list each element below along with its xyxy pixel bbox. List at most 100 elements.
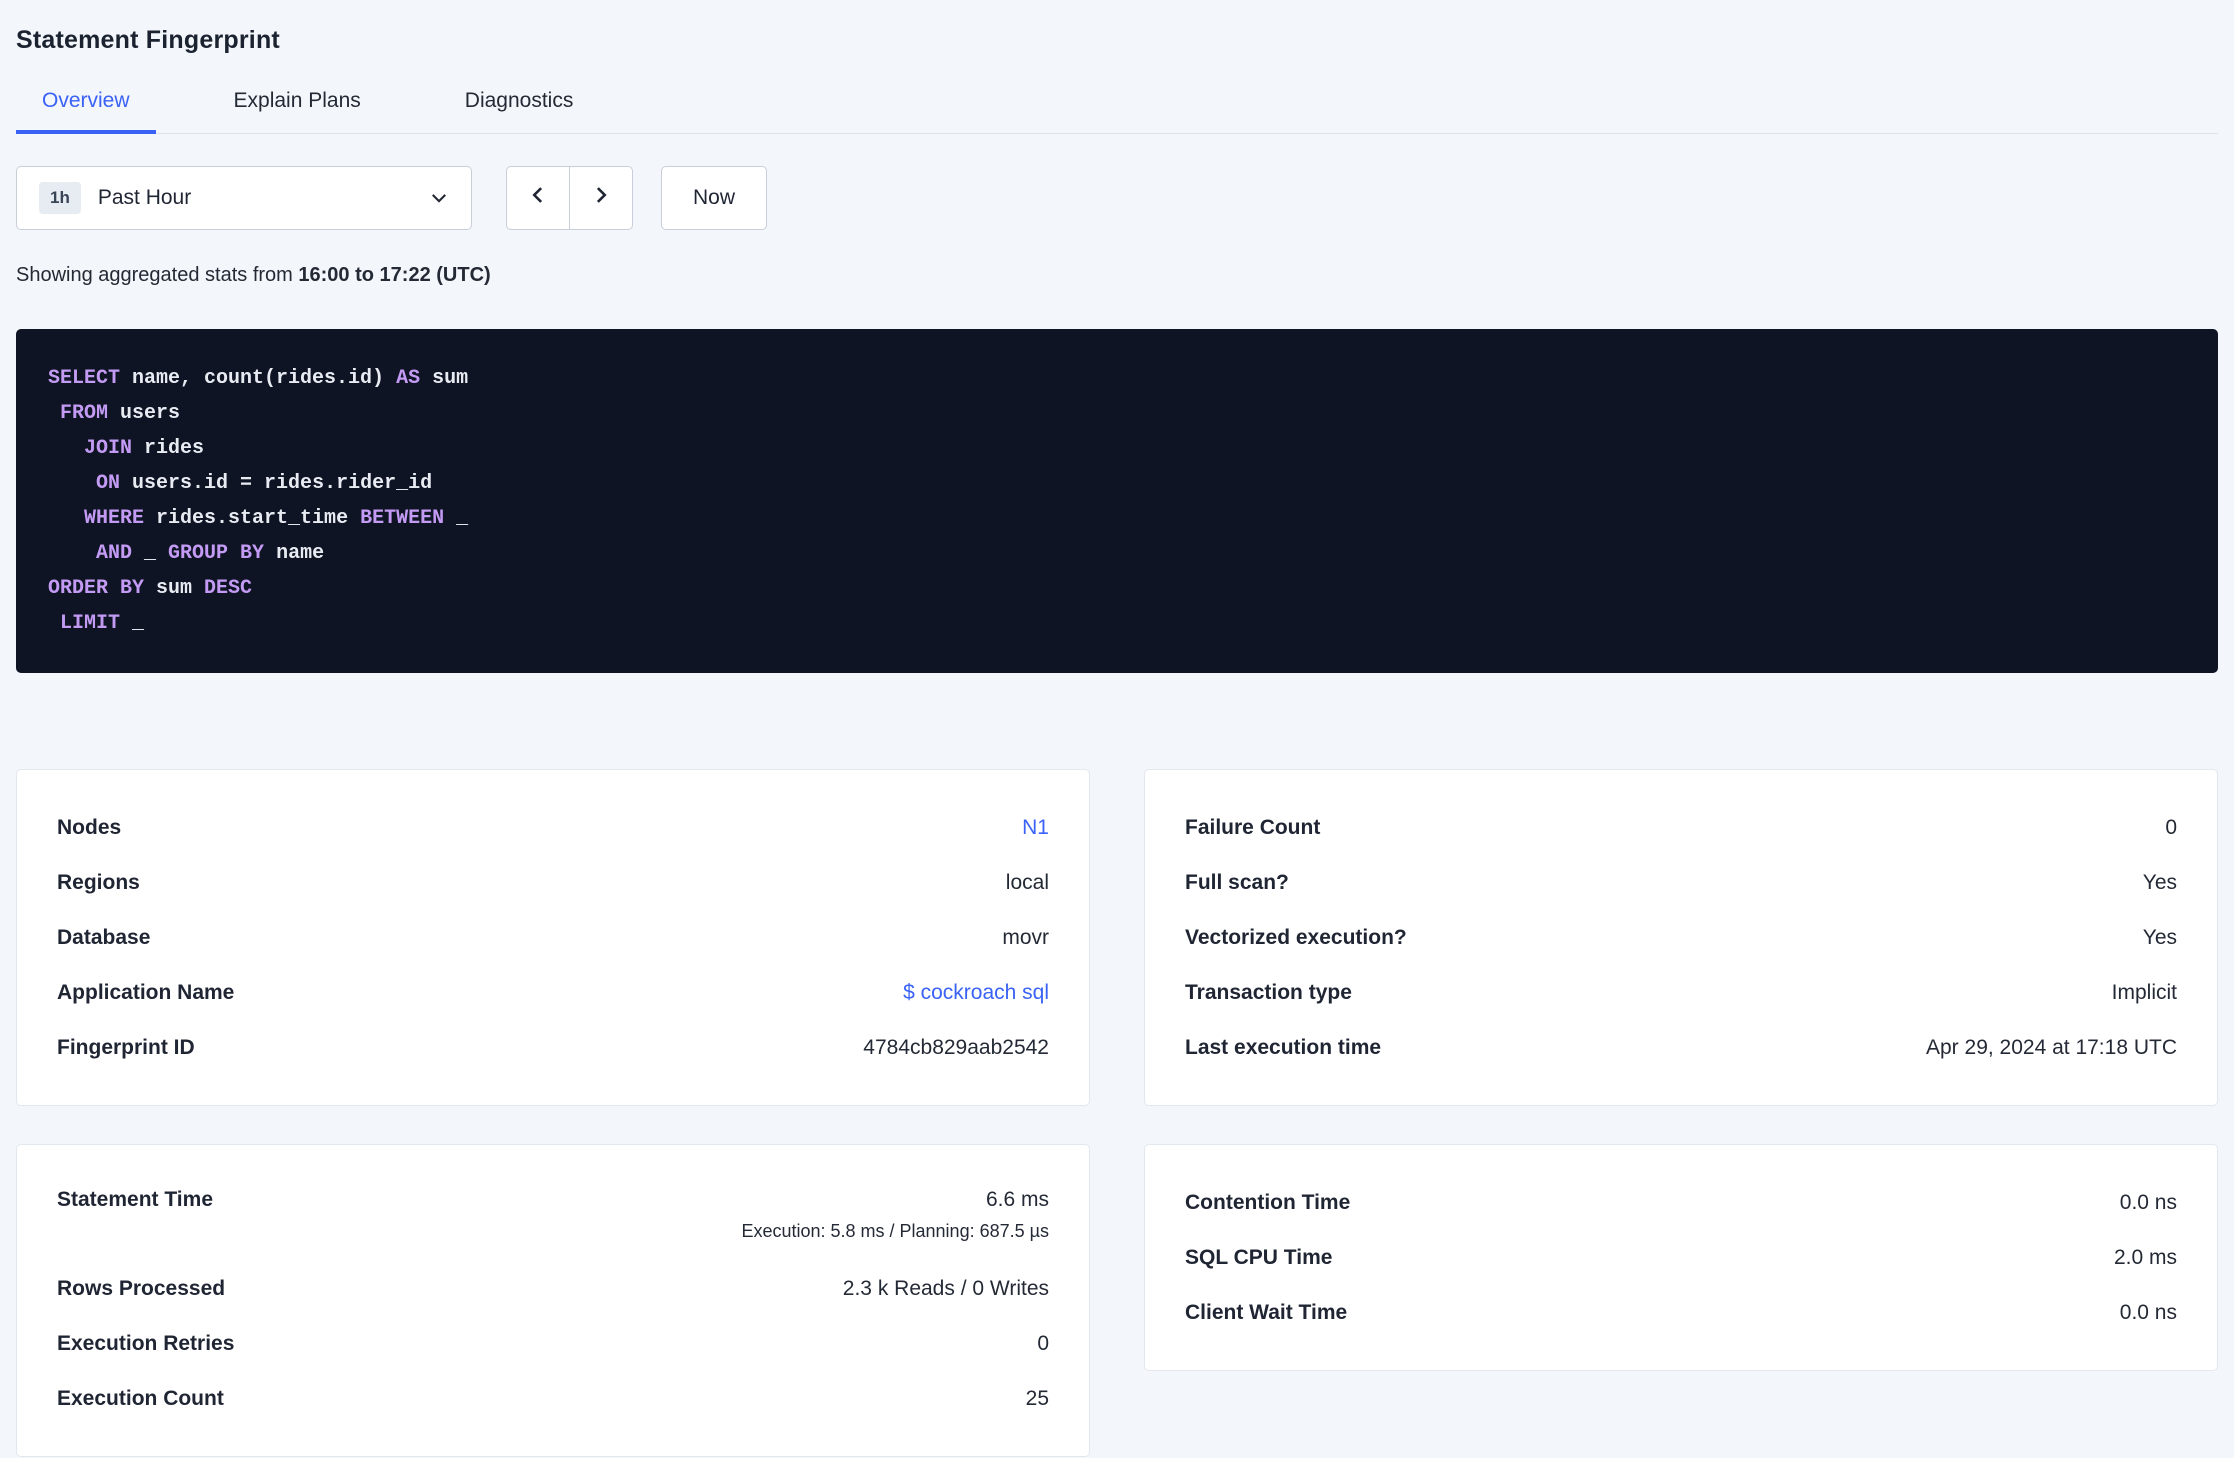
sql-text: name (264, 542, 325, 565)
time-range-badge: 1h (39, 182, 81, 214)
sql-line: LIMIT _ (48, 606, 2186, 641)
tab-diagnostics[interactable]: Diagnostics (439, 89, 600, 133)
sql-cpu-time-value: 2.0 ms (2113, 1245, 2177, 1269)
chevron-left-icon (528, 185, 548, 211)
execution-count-value: 25 (1025, 1386, 1049, 1410)
last-execution-time-value: Apr 29, 2024 at 17:18 UTC (1926, 1035, 2177, 1059)
sql-text: _ (132, 542, 169, 565)
sql-keyword: SELECT (48, 367, 121, 390)
sql-line: ON users.id = rides.rider_id (48, 466, 2186, 501)
rows-processed-label: Rows Processed (57, 1276, 226, 1300)
sql-line: FROM users (48, 396, 2186, 431)
failure-count-row: Failure Count 0 (1185, 800, 2177, 855)
aggregated-stats-line: Showing aggregated stats from 16:00 to 1… (16, 264, 2218, 287)
execution-count-label: Execution Count (57, 1386, 224, 1410)
sql-keyword: WHERE (84, 507, 145, 530)
sql-keyword: ON (96, 472, 121, 495)
sql-text: name, count(rides.id) (120, 367, 397, 390)
sql-keyword: DESC (204, 577, 253, 600)
sql-keyword: LIMIT (60, 612, 121, 635)
database-row: Database movr (57, 910, 1049, 965)
sql-text: _ (120, 612, 145, 635)
sql-keyword: JOIN (84, 437, 133, 460)
database-value: movr (1002, 925, 1049, 949)
regions-value: local (1005, 870, 1049, 894)
sql-keyword: GROUP BY (168, 542, 265, 565)
sql-text: rides (132, 437, 205, 460)
sql-line: WHERE rides.start_time BETWEEN _ (48, 501, 2186, 536)
timing-cards-row: Statement Time 6.6 ms Execution: 5.8 ms … (16, 1144, 2218, 1457)
client-wait-time-row: Client Wait Time 0.0 ns (1185, 1285, 2177, 1340)
sql-keyword: FROM (60, 402, 109, 425)
transaction-type-row: Transaction type Implicit (1185, 965, 2177, 1020)
execution-retries-label: Execution Retries (57, 1331, 235, 1355)
nodes-row: Nodes N1 (57, 800, 1049, 855)
now-button[interactable]: Now (661, 166, 768, 230)
time-range-label: Past Hour (97, 186, 192, 209)
last-execution-time-label: Last execution time (1185, 1035, 1382, 1059)
sql-keyword: AS (396, 367, 421, 390)
sql-line: SELECT name, count(rides.id) AS sum (48, 361, 2186, 396)
chevron-down-icon (429, 188, 449, 208)
application-name-row: Application Name $ cockroach sql (57, 965, 1049, 1020)
application-name-link[interactable]: $ cockroach sql (903, 981, 1049, 1005)
statement-times-card: Statement Time 6.6 ms Execution: 5.8 ms … (16, 1144, 1090, 1457)
sql-line: ORDER BY sum DESC (48, 571, 2186, 606)
execution-retries-value: 0 (1037, 1331, 1049, 1355)
contention-time-value: 0.0 ns (2119, 1190, 2177, 1214)
sql-cpu-time-row: SQL CPU Time 2.0 ms (1185, 1230, 2177, 1285)
statement-time-breakdown: Execution: 5.8 ms / Planning: 687.5 µs (741, 1221, 1049, 1241)
time-picker-toolbar: 1h Past Hour Now (16, 166, 2218, 230)
sql-text: users.id = rides.rider_id (120, 472, 433, 495)
application-name-label: Application Name (57, 980, 235, 1004)
sql-text: rides.start_time (144, 507, 361, 530)
sql-keyword: AND (96, 542, 133, 565)
time-range-dropdown[interactable]: 1h Past Hour (16, 166, 472, 230)
sql-code: SELECT name, count(rides.id) AS sum FROM… (48, 361, 2186, 641)
fingerprint-id-row: Fingerprint ID 4784cb829aab2542 (57, 1020, 1049, 1075)
time-next-button[interactable] (569, 166, 633, 230)
full-scan-row: Full scan? Yes (1185, 855, 2177, 910)
contention-time-label: Contention Time (1185, 1190, 1351, 1214)
sql-line: JOIN rides (48, 431, 2186, 466)
sql-keyword: ORDER BY (48, 577, 145, 600)
nodes-link[interactable]: N1 (1022, 816, 1049, 840)
failure-count-label: Failure Count (1185, 815, 1321, 839)
full-scan-label: Full scan? (1185, 870, 1289, 894)
stats-prefix: Showing aggregated stats from (16, 264, 293, 286)
time-prev-button[interactable] (506, 166, 570, 230)
last-execution-time-row: Last execution time Apr 29, 2024 at 17:1… (1185, 1020, 2177, 1075)
vectorized-execution-row: Vectorized execution? Yes (1185, 910, 2177, 965)
execution-count-row: Execution Count 25 (57, 1371, 1049, 1426)
failure-count-value: 0 (2165, 815, 2177, 839)
details-cards-row: Nodes N1 Regions local Database movr App… (16, 769, 2218, 1106)
tab-bar: Overview Explain Plans Diagnostics (16, 89, 2218, 134)
transaction-type-label: Transaction type (1185, 980, 1352, 1004)
sql-statement-box: SELECT name, count(rides.id) AS sum FROM… (16, 329, 2218, 673)
statement-time-value: 6.6 ms (985, 1188, 1049, 1211)
rows-processed-row: Rows Processed 2.3 k Reads / 0 Writes (57, 1261, 1049, 1316)
tab-overview[interactable]: Overview (16, 89, 156, 134)
sql-line: AND _ GROUP BY name (48, 536, 2186, 571)
stats-range: 16:00 to 17:22 (UTC) (298, 264, 491, 286)
fingerprint-id-label: Fingerprint ID (57, 1035, 195, 1059)
execution-retries-row: Execution Retries 0 (57, 1316, 1049, 1371)
page-title: Statement Fingerprint (16, 26, 280, 54)
tab-explain-plans[interactable]: Explain Plans (208, 89, 387, 133)
sql-keyword: BETWEEN (360, 507, 445, 530)
sql-text: sum (420, 367, 469, 390)
vectorized-execution-value: Yes (2142, 925, 2177, 949)
sql-cpu-time-label: SQL CPU Time (1185, 1245, 1333, 1269)
regions-label: Regions (57, 870, 140, 894)
sql-text: users (108, 402, 181, 425)
statement-details-card: Nodes N1 Regions local Database movr App… (16, 769, 1090, 1106)
database-label: Database (57, 925, 151, 949)
statement-time-row: Statement Time 6.6 ms Execution: 5.8 ms … (57, 1175, 1049, 1261)
transaction-type-value: Implicit (2111, 980, 2177, 1004)
fingerprint-id-value: 4784cb829aab2542 (863, 1035, 1049, 1059)
contention-time-row: Contention Time 0.0 ns (1185, 1175, 2177, 1230)
